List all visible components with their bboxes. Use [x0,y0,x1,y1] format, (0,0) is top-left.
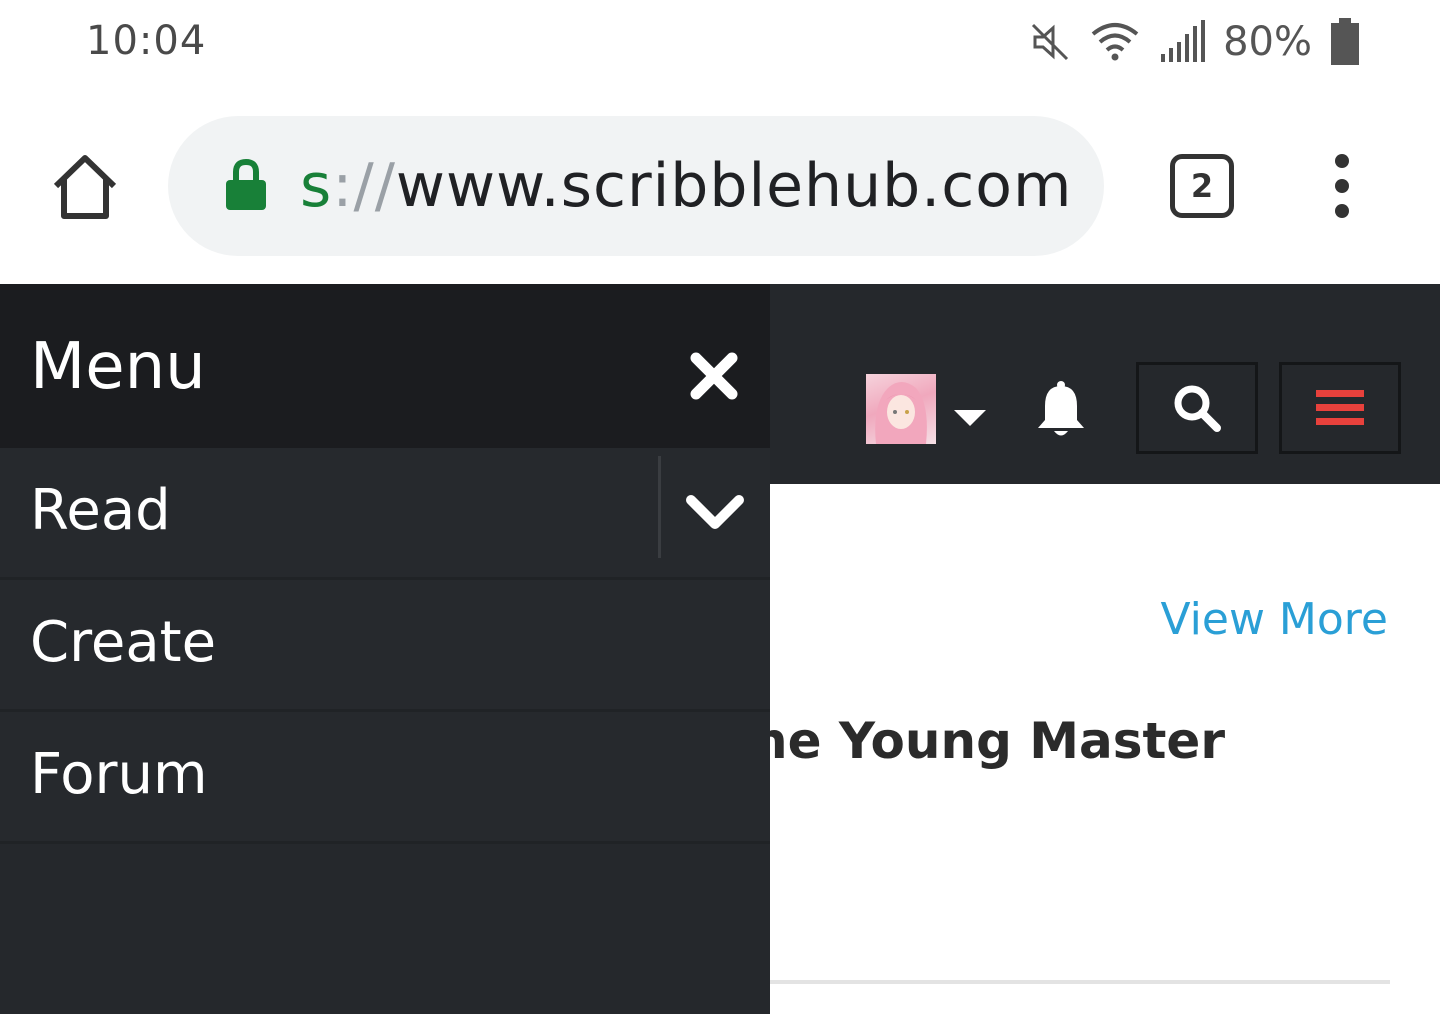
browser-toolbar: s://www.scribblehub.com 2 [0,88,1440,284]
url-separator: :// [332,151,396,221]
divider [770,980,1390,984]
story-title[interactable]: he Young Master [752,712,1225,770]
battery-icon [1331,18,1359,65]
lock-icon [226,158,266,210]
menu-title: Menu [30,330,206,404]
address-bar[interactable]: s://www.scribblehub.com [168,116,1104,256]
menu-button[interactable] [1279,362,1401,454]
wifi-icon [1091,23,1139,61]
close-icon[interactable] [688,350,740,402]
kebab-menu-icon[interactable] [1322,154,1362,218]
mute-icon [1032,23,1069,61]
menu-header: Menu [0,284,770,448]
caret-down-icon[interactable] [954,410,986,426]
url-scheme: s [300,151,333,221]
status-time: 10:04 [86,18,207,64]
bell-icon[interactable] [1034,380,1088,440]
url-host: www.scribblehub.com [395,151,1073,221]
search-button[interactable] [1136,362,1258,454]
menu-item-read[interactable]: Read [0,448,770,580]
status-bar: 10:04 80% [0,0,1440,88]
menu-item-forum[interactable]: Forum [0,712,770,844]
hamburger-icon [1316,390,1364,425]
view-more-link[interactable]: View More [1161,594,1388,645]
avatar[interactable] [866,374,936,444]
menu-item-label: Forum [30,742,208,807]
url-text: s://www.scribblehub.com [300,146,1072,226]
expand-read-button[interactable] [660,448,770,576]
chevron-down-icon [686,495,744,529]
menu-item-create[interactable]: Create [0,580,770,712]
signal-icon [1161,20,1206,62]
menu-item-label: Read [30,478,171,543]
battery-percent: 80% [1223,19,1312,65]
tab-count: 2 [1190,167,1214,205]
status-icons: 80% [1029,16,1360,68]
tabs-button[interactable]: 2 [1170,154,1234,218]
menu-item-label: Create [30,610,217,675]
home-icon[interactable] [48,150,122,224]
side-menu: Menu Read Create Forum [0,284,770,1014]
search-icon [1174,385,1221,432]
